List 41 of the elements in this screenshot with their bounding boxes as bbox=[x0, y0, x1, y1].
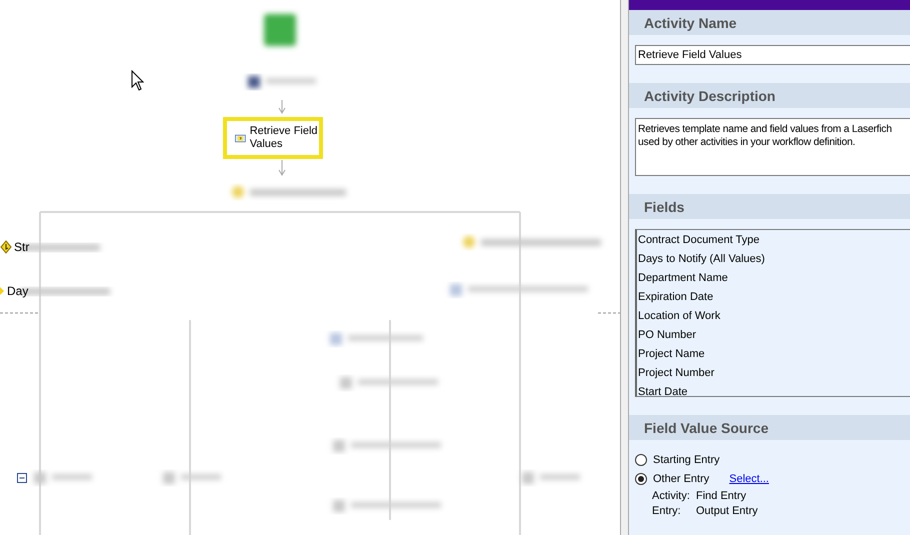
detail-value: Output Entry bbox=[696, 505, 759, 517]
start-node[interactable] bbox=[264, 14, 296, 46]
field-list-item[interactable]: Location of Work bbox=[637, 306, 910, 325]
radio-label[interactable]: Starting Entry bbox=[653, 454, 720, 466]
fields-list[interactable]: Contract Document Type Days to Notify (All Values) Department Name Expiration Date Location of Work PO Number Project Name Project Number Start Date bbox=[635, 229, 910, 397]
section-header: Fields bbox=[629, 194, 910, 219]
field-list-item[interactable]: Project Number bbox=[637, 363, 910, 382]
blurred-activity[interactable] bbox=[248, 76, 316, 88]
radio-button[interactable] bbox=[635, 472, 647, 484]
field-list-item[interactable]: Start Date bbox=[637, 382, 910, 396]
radio-button[interactable] bbox=[635, 454, 647, 466]
detail-label: Entry: bbox=[652, 505, 682, 517]
field-list-item[interactable]: Department Name bbox=[637, 268, 910, 287]
branch-diamond-icon bbox=[0, 240, 12, 254]
retrieve-activity-node[interactable]: Retrieve Field Values bbox=[223, 117, 323, 159]
field-list-item[interactable]: Days to Notify (All Values) bbox=[637, 249, 910, 268]
field-list-item[interactable]: Expiration Date bbox=[637, 287, 910, 306]
arrow-connector bbox=[278, 160, 286, 176]
activity-description-field[interactable]: Retrieves template name and field values from a Laserfich used by other activities in your workflow definition. bbox=[635, 118, 910, 176]
section-header: Activity Description bbox=[629, 83, 910, 108]
condition-diamond-icon bbox=[0, 286, 5, 296]
branch-label: Day bbox=[7, 284, 28, 298]
activity-label: Retrieve Field Values bbox=[250, 125, 319, 151]
collapse-icon[interactable] bbox=[17, 473, 27, 483]
detail-value: Find Entry bbox=[696, 490, 748, 502]
field-form-icon bbox=[235, 132, 246, 144]
blurred-condition[interactable] bbox=[463, 236, 601, 248]
blurred-condition[interactable] bbox=[232, 186, 346, 198]
field-list-item[interactable]: Project Name bbox=[637, 344, 910, 363]
arrow-connector bbox=[278, 100, 286, 114]
splitter[interactable] bbox=[620, 0, 629, 535]
radio-label[interactable]: Other Entry bbox=[653, 472, 710, 484]
select-link[interactable]: Select... bbox=[729, 472, 769, 484]
field-list-item[interactable]: Contract Document Type bbox=[637, 230, 910, 249]
section-header: Activity Name bbox=[629, 10, 910, 35]
detail-label: Activity: bbox=[652, 490, 691, 502]
activity-name-field[interactable]: Retrieve Field Values bbox=[635, 45, 910, 65]
mouse-cursor-icon bbox=[131, 70, 145, 91]
section-header: Field Value Source bbox=[629, 415, 910, 440]
field-list-item[interactable]: PO Number bbox=[637, 325, 910, 344]
branch-label: Str bbox=[14, 240, 30, 254]
